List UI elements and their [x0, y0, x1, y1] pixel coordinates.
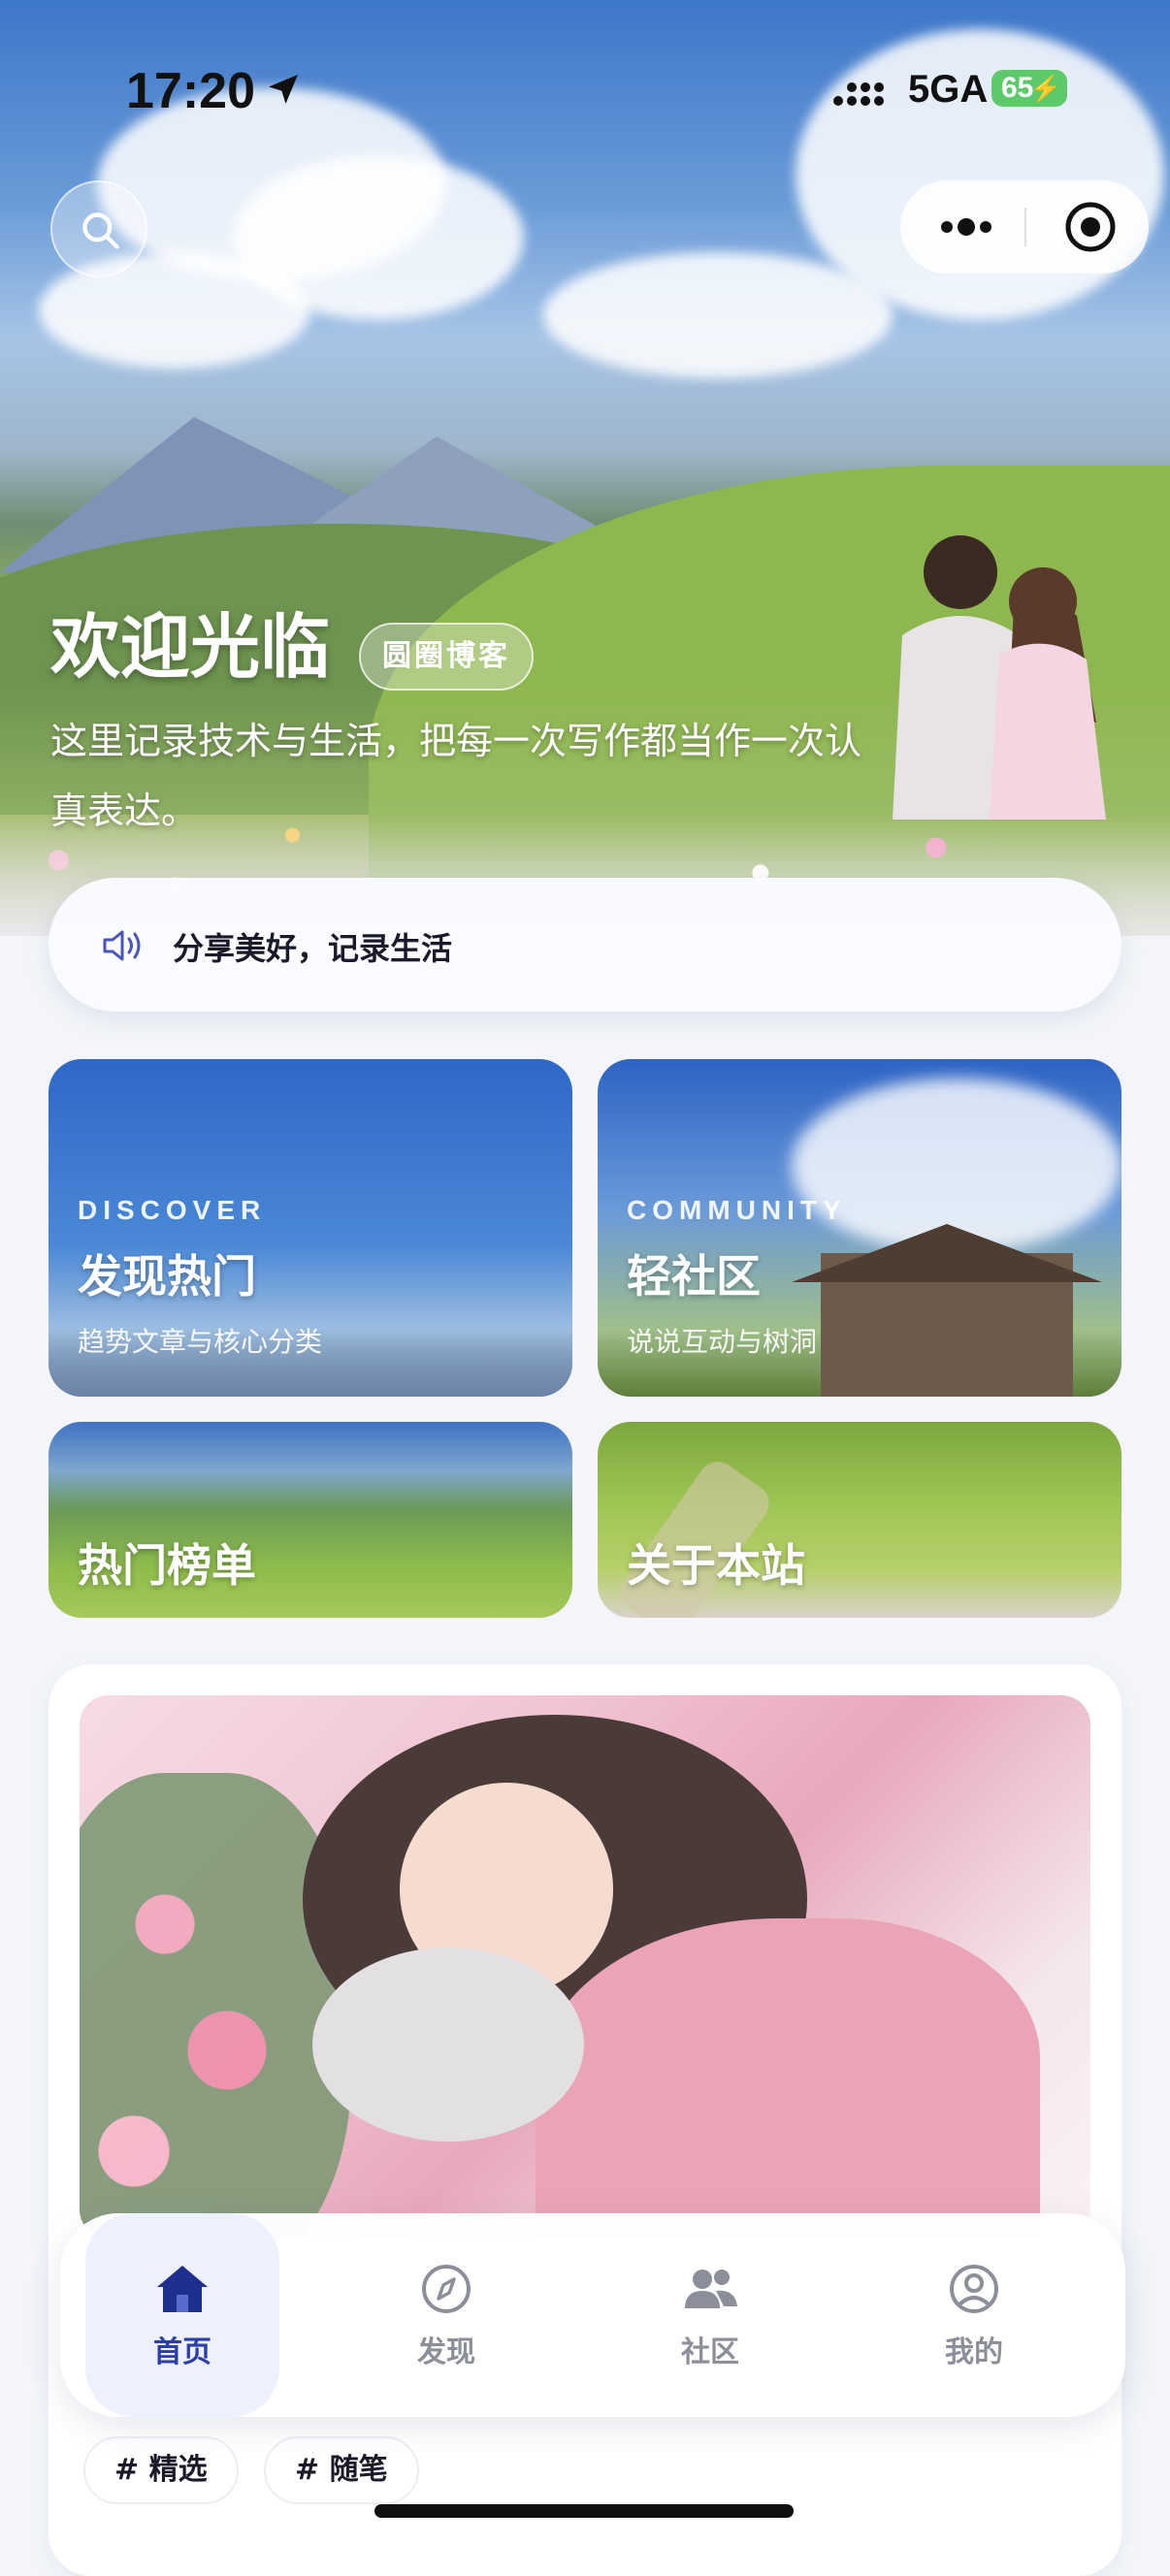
speaker-icon	[103, 930, 141, 961]
tab-mine[interactable]: 我的	[877, 2213, 1071, 2417]
close-miniprogram-icon[interactable]	[1063, 200, 1118, 254]
tab-mine-label: 我的	[945, 2335, 1003, 2369]
users-icon	[685, 2270, 737, 2308]
tag-essay[interactable]: # 随笔	[264, 2436, 419, 2504]
search-button[interactable]	[50, 180, 147, 277]
hot-ranking-title: 热门榜单	[78, 1539, 256, 1592]
home-indicator	[374, 2504, 794, 2518]
tab-discover-label: 发现	[417, 2335, 475, 2369]
network-label: 5GA	[908, 68, 989, 111]
discover-subtitle: 趋势文章与核心分类	[78, 1326, 323, 1358]
tab-discover[interactable]: 发现	[349, 2213, 543, 2417]
status-time: 17:20	[126, 63, 255, 119]
discover-card[interactable]: DISCOVER 发现热门 趋势文章与核心分类	[49, 1059, 572, 1397]
battery-indicator: 65 ⚡	[991, 70, 1067, 107]
compass-icon	[422, 2265, 471, 2313]
featured-post-image	[80, 1695, 1090, 2238]
featured-post-card[interactable]: # 精选 # 随笔	[49, 1664, 1121, 2576]
profile-icon	[950, 2265, 998, 2313]
location-arrow-icon	[269, 75, 298, 104]
discover-title: 发现热门	[78, 1250, 256, 1303]
community-title: 轻社区	[627, 1250, 761, 1303]
signal-icon	[833, 82, 884, 106]
tab-community-label: 社区	[681, 2335, 739, 2369]
blog-badge: 圆圈博客	[359, 623, 534, 691]
tab-community[interactable]: 社区	[613, 2213, 807, 2417]
tab-home[interactable]: 首页	[85, 2213, 279, 2417]
about-site-title: 关于本站	[627, 1539, 805, 1592]
couple-illustration	[893, 535, 1106, 820]
tag-featured[interactable]: # 精选	[83, 2436, 239, 2504]
notice-text: 分享美好，记录生活	[173, 930, 453, 967]
hot-ranking-card[interactable]: 热门榜单	[49, 1422, 572, 1618]
notice-bar[interactable]: 分享美好，记录生活	[49, 878, 1121, 1012]
discover-en-label: DISCOVER	[78, 1195, 267, 1225]
bottom-tab-bar: 首页 发现 社区 我的	[60, 2213, 1125, 2417]
community-subtitle: 说说互动与树洞	[627, 1326, 818, 1358]
community-en-label: COMMUNITY	[627, 1195, 847, 1225]
charging-bolt-icon: ⚡	[1029, 74, 1061, 103]
home-icon	[157, 2266, 208, 2312]
welcome-title: 欢迎光临	[50, 606, 331, 688]
capsule-divider	[1024, 208, 1026, 246]
search-icon	[82, 212, 119, 249]
more-options-icon[interactable]	[937, 209, 995, 244]
status-bar: 17:20 5GA 65 ⚡	[0, 62, 1170, 120]
battery-level: 65	[1001, 72, 1034, 104]
community-card[interactable]: COMMUNITY 轻社区 说说互动与树洞	[598, 1059, 1121, 1397]
intro-text: 这里记录技术与生活，把每一次写作都当作一次认真表达。	[50, 720, 862, 832]
tab-home-label: 首页	[153, 2335, 211, 2369]
miniprogram-capsule	[900, 180, 1149, 274]
about-site-card[interactable]: 关于本站	[598, 1422, 1121, 1618]
